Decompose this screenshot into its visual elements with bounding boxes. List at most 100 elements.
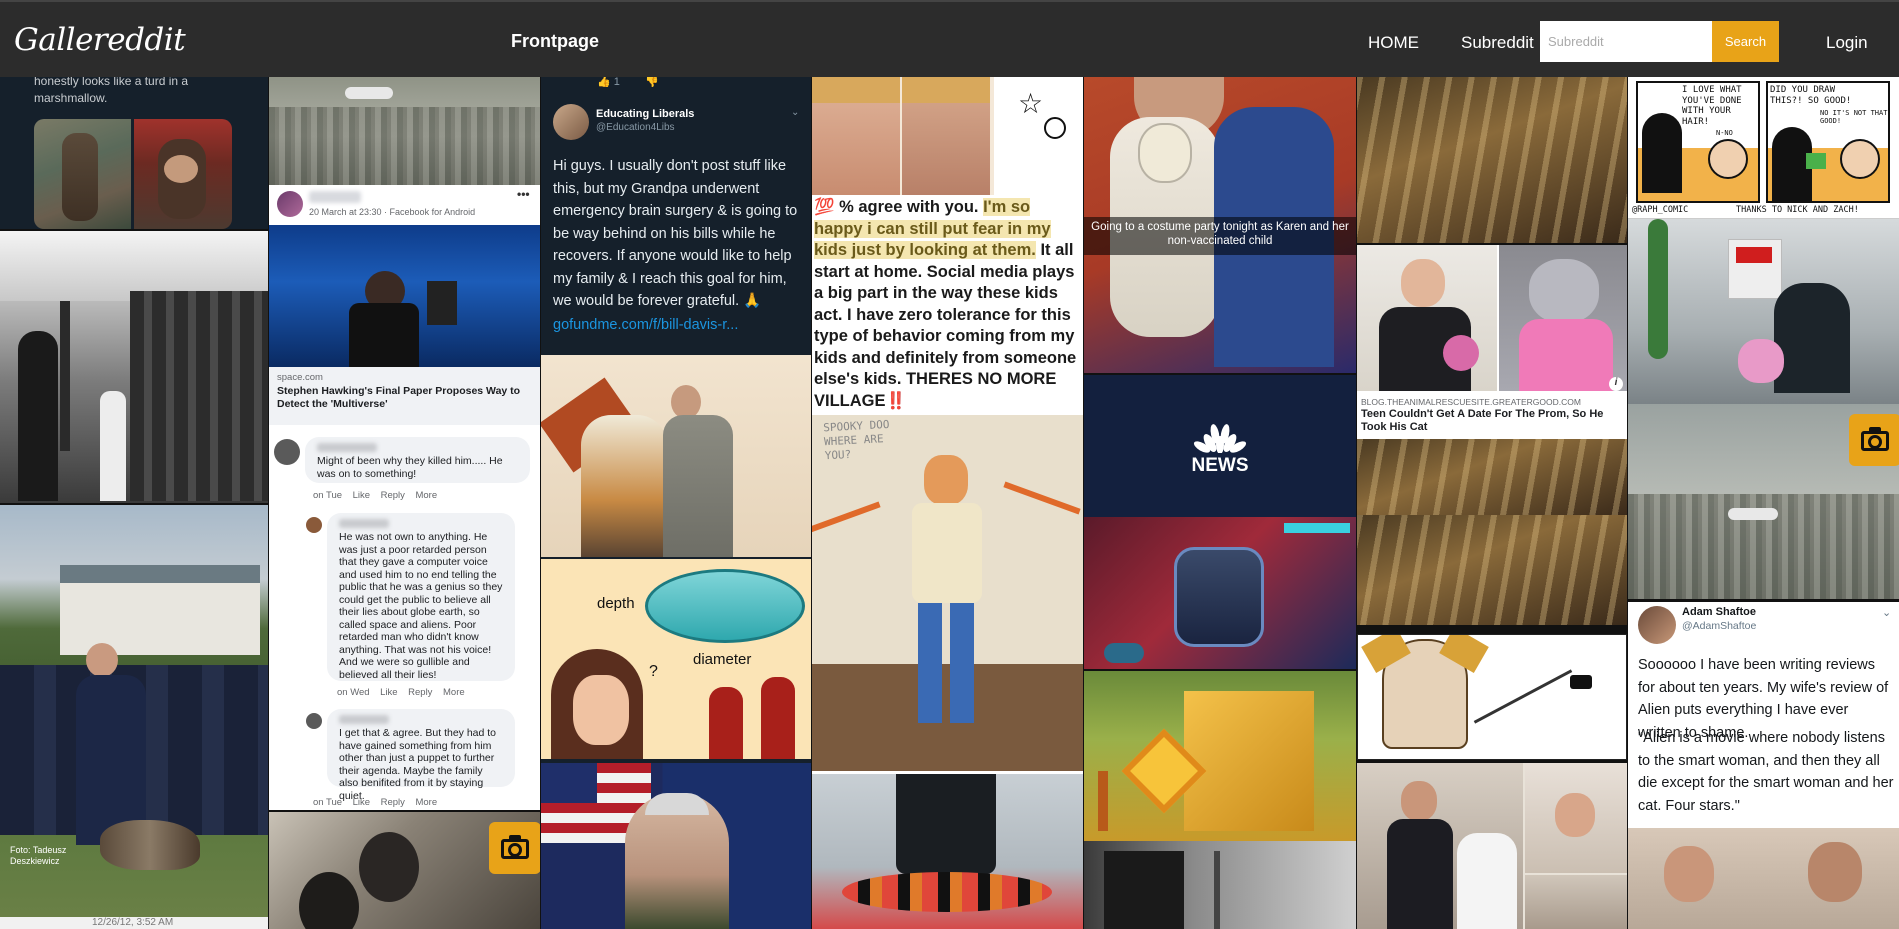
- gallery-grid: honestly looks like a turd in a marshmal…: [0, 77, 1899, 929]
- chevron-down-icon[interactable]: ⌄: [1882, 606, 1891, 619]
- gallery-tile[interactable]: [541, 355, 811, 557]
- gallery-tile[interactable]: [1628, 404, 1899, 599]
- cat: [100, 820, 200, 870]
- gallery-tile[interactable]: SPOOKY DOO WHERE ARE YOU?: [812, 415, 1083, 771]
- image-caption: Going to a costume party tonight as Kare…: [1091, 221, 1349, 247]
- gallery-tile[interactable]: [1357, 515, 1627, 625]
- chevron-down-icon[interactable]: ⌄: [791, 107, 799, 118]
- comic-speech-small: NO IT'S NOT THAT GOOD!: [1820, 109, 1888, 125]
- comment-text: I get that & agree. But they had to have…: [339, 727, 497, 802]
- more-link[interactable]: More: [415, 797, 437, 808]
- more-link[interactable]: More: [443, 687, 465, 698]
- gallery-tile[interactable]: [1357, 763, 1627, 929]
- comic-thanks: THANKS TO NICK AND ZACH!: [1736, 205, 1859, 215]
- tweet-quote: "Alien is a movie where nobody listens t…: [1638, 730, 1894, 814]
- gallery-tile[interactable]: [1084, 517, 1356, 669]
- cosplayer-left: [581, 415, 667, 557]
- reply-link[interactable]: Reply: [408, 687, 432, 698]
- gallery-tile[interactable]: [269, 77, 540, 185]
- gallery-tile[interactable]: [1084, 671, 1356, 841]
- child-silhouette: [709, 687, 743, 759]
- gallery-tile[interactable]: 12/26/12, 3:52 AM: [0, 917, 268, 929]
- gallery-tile[interactable]: [1357, 77, 1627, 243]
- more-link[interactable]: More: [415, 490, 437, 501]
- more-options-icon[interactable]: •••: [517, 187, 530, 201]
- link-title[interactable]: Stephen Hawking's Final Paper Proposes W…: [277, 385, 527, 411]
- site-logo[interactable]: Gallereddit: [14, 22, 186, 58]
- knight-drawing: [1361, 635, 1489, 749]
- meme-tile[interactable]: ☆: [812, 77, 1083, 195]
- cosplayer-right: [663, 415, 733, 557]
- gallery-tile[interactable]: honestly looks like a turd in a marshmal…: [0, 77, 268, 229]
- gallery-column-4: ☆ 💯 % agree with you. I'm so happy i can…: [812, 77, 1083, 929]
- gallery-tile[interactable]: Going to a costume party tonight as Kare…: [1084, 77, 1356, 373]
- comic-panel: I LOVE WHAT YOU'VE DONE WITH YOUR HAIR! …: [1636, 81, 1760, 203]
- nav-home-link[interactable]: HOME: [1368, 33, 1419, 53]
- facebook-post-tile[interactable]: 20 March at 23:30 · Facebook for Android…: [269, 185, 540, 810]
- general-portrait: [625, 793, 729, 929]
- info-icon[interactable]: i: [1609, 377, 1623, 391]
- bride-photo: [1525, 763, 1627, 873]
- nbc-news-label: NEWS: [1191, 455, 1249, 476]
- timestamp: 12/26/12, 3:52 AM: [92, 917, 174, 928]
- like-link[interactable]: Like: [353, 797, 370, 808]
- gallery-column-6: BLOG.THEANIMALRESCUESITE.GREATERGOOD.COM…: [1357, 77, 1627, 929]
- tweet-tile[interactable]: 👍 1 👎 Educating Liberals @Education4Libs…: [541, 77, 811, 353]
- gallery-column-3: 👍 1 👎 Educating Liberals @Education4Libs…: [541, 77, 811, 929]
- comic-speech: I LOVE WHAT YOU'VE DONE WITH YOUR HAIR!: [1682, 85, 1742, 127]
- face-panel: [902, 77, 990, 195]
- comment-bubble: Might of been why they killed him..... H…: [305, 437, 530, 483]
- comic-speech: DID YOU DRAW THIS?! SO GOOD!: [1770, 85, 1852, 106]
- link-card-tile[interactable]: BLOG.THEANIMALRESCUESITE.GREATERGOOD.COM…: [1357, 245, 1627, 515]
- game-robot: [1174, 547, 1264, 647]
- comment-meta: on Tue Like Reply More: [313, 490, 438, 501]
- reply-link[interactable]: Reply: [381, 797, 405, 808]
- link-title[interactable]: Teen Couldn't Get A Date For The Prom, S…: [1361, 408, 1621, 434]
- reply-link[interactable]: Reply: [381, 490, 405, 501]
- minecraft-statue: [1184, 691, 1314, 831]
- camera-icon[interactable]: [489, 822, 540, 874]
- like-icon[interactable]: 👍 1: [597, 77, 620, 88]
- tweet-tile[interactable]: Adam Shaftoe @AdamShaftoe ⌄ Soooooo I ha…: [1628, 602, 1899, 929]
- gorilla: [359, 832, 419, 902]
- comic-tile[interactable]: I LOVE WHAT YOU'VE DONE WITH YOUR HAIR! …: [1628, 77, 1899, 219]
- woman-illustration: [551, 649, 643, 759]
- pool-label-diameter: diameter: [693, 651, 752, 668]
- face-panel: [812, 77, 900, 195]
- blurred-username: [309, 191, 361, 203]
- like-link[interactable]: Like: [353, 490, 370, 501]
- gallery-tile[interactable]: [541, 763, 811, 929]
- gallery-tile[interactable]: [812, 774, 1083, 929]
- like-link[interactable]: Like: [380, 687, 397, 698]
- text-meme[interactable]: 💯 % agree with you. I'm so happy i can s…: [812, 195, 1083, 415]
- gallery-tile[interactable]: [0, 231, 268, 503]
- baby-costume-photo: [134, 119, 232, 229]
- face-panel-drawing: ☆: [994, 77, 1083, 195]
- tweet-author-handle: @Education4Libs: [596, 122, 675, 133]
- gallery-tile[interactable]: [1357, 634, 1627, 760]
- cat-photo: [1499, 245, 1627, 391]
- comic-speech-small: N-NO: [1716, 129, 1733, 137]
- camera-icon[interactable]: [1849, 414, 1899, 466]
- dislike-icon[interactable]: 👎: [645, 77, 659, 88]
- avatar: [277, 191, 303, 217]
- gallery-tile[interactable]: [1084, 841, 1356, 929]
- nav-subreddit-link[interactable]: Subreddit: [1461, 33, 1534, 53]
- login-link[interactable]: Login: [1826, 33, 1868, 53]
- gallery-column-7: I LOVE WHAT YOU'VE DONE WITH YOUR HAIR! …: [1628, 77, 1899, 929]
- gallery-column-5: Going to a costume party tonight as Kare…: [1084, 77, 1356, 929]
- gallery-tile[interactable]: [1628, 219, 1899, 405]
- tweet-body: Hi guys. I usually don't post stuff like…: [553, 158, 798, 309]
- subreddit-search-input[interactable]: [1540, 21, 1712, 62]
- airplane: [1728, 508, 1778, 520]
- gallery-tile[interactable]: [269, 812, 540, 929]
- gallery-tile[interactable]: depth diameter ?: [541, 559, 811, 759]
- tweet-photo: [1628, 828, 1899, 929]
- meme-text: 💯 % agree with you. I'm so happy i can s…: [814, 198, 1077, 410]
- search-button[interactable]: Search: [1712, 21, 1779, 62]
- gallery-tile[interactable]: Foto: Tadeusz Deszkiewicz: [0, 505, 268, 917]
- nbc-news-tile[interactable]: NEWS: [1084, 375, 1356, 517]
- like-count: 1: [613, 77, 620, 88]
- tweet-link[interactable]: gofundme.com/f/bill-davis-r...: [553, 317, 738, 333]
- post-date: 20 March at 23:30 · Facebook for Android: [309, 207, 476, 217]
